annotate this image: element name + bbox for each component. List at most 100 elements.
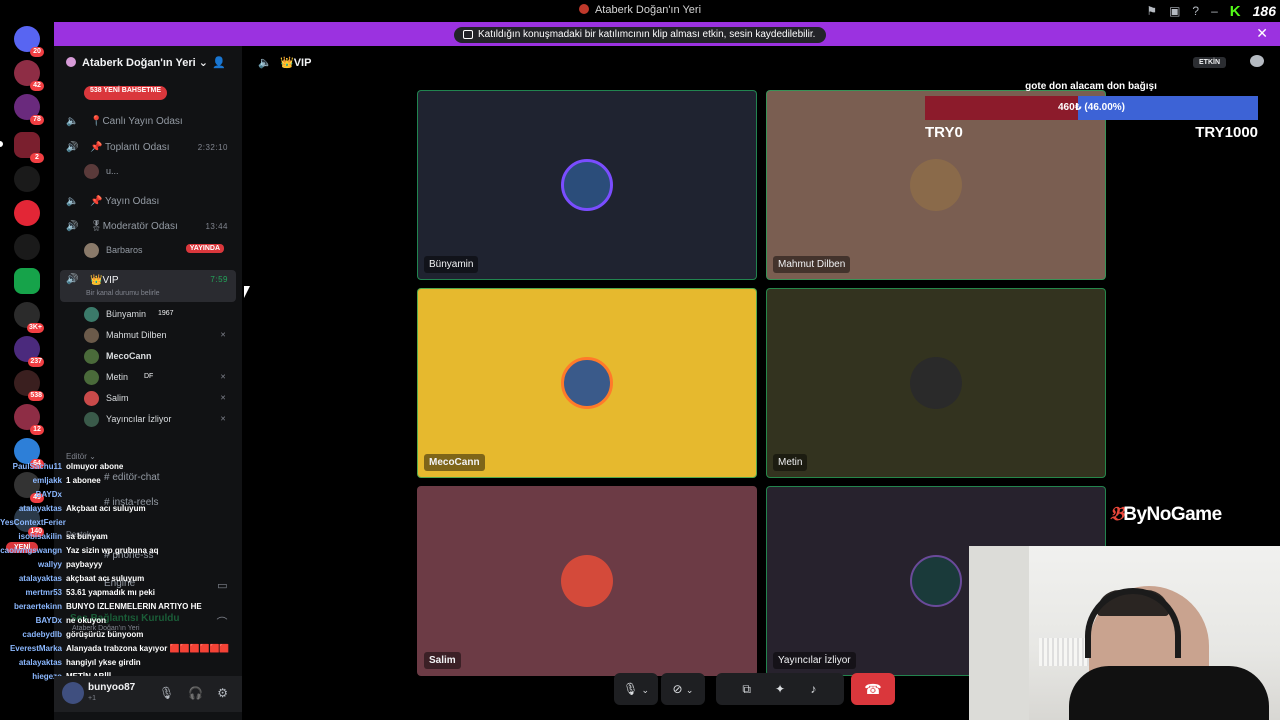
invite-people-icon[interactable]: 👤 bbox=[212, 56, 226, 69]
server-header[interactable]: Ataberk Doğan'ın Yeri ⌄ 👤 bbox=[54, 46, 242, 80]
window-title-text: Ataberk Doğan'ın Yeri bbox=[594, 4, 702, 16]
server-icon[interactable]: 3K+ bbox=[14, 302, 44, 333]
activities-icon[interactable]: ✦ bbox=[765, 673, 795, 705]
chat-message: YesContextFerier bbox=[0, 518, 260, 532]
voice-channel-toplanti[interactable]: 🔊 📌 Toplantı Odası 2:32:10 bbox=[60, 138, 236, 158]
chat-text: Alanyada trabzona kayıyor 🟥🟥🟥🟥🟥🟥 bbox=[66, 644, 230, 653]
server-icon[interactable]: 538 bbox=[14, 370, 44, 401]
chat-text: 1 abonee bbox=[66, 476, 101, 485]
active-badge[interactable]: ETKİN bbox=[1193, 57, 1226, 68]
server-icon[interactable]: 42 bbox=[14, 60, 44, 91]
screen-share-icon[interactable]: ⧉ bbox=[732, 673, 762, 705]
mention-badge: 538 bbox=[28, 391, 44, 401]
help-icon[interactable]: ? bbox=[1192, 4, 1199, 18]
server-icon[interactable] bbox=[14, 200, 40, 226]
live-badge: YAYINDA bbox=[185, 244, 224, 253]
voice-channel-vip[interactable]: 🔊 👑VIP 7:59 Bir kanal durumu belirle bbox=[60, 270, 236, 302]
voice-user[interactable]: MecoCann bbox=[84, 347, 230, 365]
participant-tile[interactable]: MecoCann bbox=[417, 288, 757, 478]
participant-name: Bünyamin bbox=[424, 256, 479, 273]
camera-toggle[interactable]: ⊘ ⌄ bbox=[661, 673, 705, 705]
webcam-background-door bbox=[969, 546, 1029, 720]
muted-icon: ✕ bbox=[220, 374, 226, 381]
user-tag: 1967 bbox=[158, 310, 174, 317]
participant-tile[interactable]: Salim bbox=[417, 486, 757, 676]
user-avatar[interactable] bbox=[62, 682, 84, 704]
chat-text: BUNYO IZLENMELERIN ARTIYO HE bbox=[66, 602, 202, 611]
chevron-down-icon: ⌄ bbox=[198, 57, 208, 69]
server-icon[interactable] bbox=[14, 234, 40, 260]
chat-message: emljakk 1 abonee bbox=[0, 476, 260, 490]
user-panel-controls: 🎙 🎧 ⚙ bbox=[159, 686, 228, 700]
avatar bbox=[84, 243, 99, 258]
voice-user[interactable]: Bünyamin 1967 bbox=[84, 305, 230, 323]
participant-name: Yayıncılar İzliyor bbox=[773, 652, 856, 669]
voice-user[interactable]: Barbaros YAYINDA bbox=[84, 241, 230, 259]
mention-badge: 2 bbox=[30, 153, 44, 163]
participant-name: MecoCann bbox=[424, 454, 485, 471]
voice-user[interactable]: Salim ✕ bbox=[84, 389, 230, 407]
speaker-icon: 🔊 bbox=[66, 142, 79, 153]
media-controls-group: ⧉ ✦ ♪ ⋯ bbox=[716, 673, 844, 720]
direct-messages-icon[interactable]: 20 bbox=[14, 26, 44, 57]
voice-user-name: u... bbox=[106, 166, 119, 176]
donation-min-label: TRY0 bbox=[925, 124, 963, 141]
donation-title: gote don alacam don bağışı bbox=[1025, 81, 1157, 92]
chat-message: EverestMarka Alanyada trabzona kayıyor 🟥🟥… bbox=[0, 644, 260, 658]
new-mentions-pill[interactable]: 538 YENİ BAHSETME bbox=[84, 86, 168, 100]
chat-username: hiegezo bbox=[32, 672, 62, 681]
participant-tile[interactable]: Bünyamin bbox=[417, 90, 757, 280]
chat-username: EverestMarka bbox=[9, 644, 62, 653]
flag-icon[interactable]: ⚑ bbox=[1146, 4, 1157, 18]
more-options-icon[interactable]: ⋯ bbox=[765, 705, 795, 720]
speaker-icon: 🔈 bbox=[66, 116, 79, 127]
stream-chat-overlay: PaulSachu11 olmuyor abone emljakk 1 abonee B… bbox=[0, 462, 260, 712]
server-icon[interactable]: 12 bbox=[14, 404, 44, 435]
voice-user[interactable]: u... bbox=[84, 162, 230, 180]
mention-badge: 237 bbox=[28, 357, 44, 367]
clip-notice: Katıldığın konuşmadaki bir katılımcının … bbox=[454, 27, 826, 43]
voice-user[interactable]: Yayıncılar İzliyor ✕ bbox=[84, 410, 230, 428]
server-icon[interactable]: 2 bbox=[14, 132, 44, 163]
user-panel-name: bunyoo87 bbox=[88, 682, 136, 693]
chat-text: Yaz sizin wp grubuna aq bbox=[66, 546, 159, 555]
channel-name: 📌 Yayın Odası bbox=[90, 196, 160, 207]
minimize-icon[interactable]: – bbox=[1211, 4, 1218, 18]
channel-timer: 7:59 bbox=[210, 275, 228, 284]
avatar bbox=[84, 391, 99, 406]
server-icon[interactable] bbox=[14, 166, 40, 192]
participant-tile[interactable]: Metin bbox=[766, 288, 1106, 478]
voice-channel-moderator[interactable]: 🔊 🎖Moderatör Odası 13:44 bbox=[60, 217, 236, 237]
inbox-icon[interactable]: ▣ bbox=[1169, 4, 1180, 18]
voice-channel-canli-yayin[interactable]: 🔈 📍Canlı Yayın Odası bbox=[60, 112, 236, 132]
chat-message: BAYDx ne okuyon bbox=[0, 616, 260, 630]
category-editor[interactable]: Editör ⌄ bbox=[66, 452, 96, 461]
chat-text: Akçbaat acı suluyum bbox=[66, 504, 146, 513]
chat-username: beraertekinn bbox=[13, 602, 62, 611]
server-icon[interactable]: 237 bbox=[14, 336, 44, 367]
microphone-toggle[interactable]: 🎙 ⌄ bbox=[614, 673, 658, 705]
streamer-shirt bbox=[1069, 666, 1269, 720]
soundboard-icon[interactable]: ♪ bbox=[798, 673, 828, 705]
settings-gear-icon[interactable]: ⚙ bbox=[217, 686, 228, 700]
voice-user[interactable]: Metin DF ✕ bbox=[84, 368, 230, 386]
close-notice-icon[interactable]: ✕ bbox=[1256, 25, 1268, 42]
mention-badge: 20 bbox=[30, 47, 44, 57]
server-icon[interactable]: 78 bbox=[14, 94, 44, 125]
server-icon[interactable]: 64 bbox=[14, 438, 44, 469]
voice-user-name: Yayıncılar İzliyor bbox=[106, 414, 172, 424]
server-icon[interactable] bbox=[14, 268, 40, 294]
channel-name: 📍Canlı Yayın Odası bbox=[90, 116, 183, 127]
chat-username: isobisakilin bbox=[18, 532, 62, 541]
voice-channel-yayin[interactable]: 🔈 📌 Yayın Odası bbox=[60, 192, 236, 212]
chat-text: hangiyıl ykse girdin bbox=[66, 658, 141, 667]
chat-username: cadebydlb bbox=[22, 630, 62, 639]
participant-avatar bbox=[561, 357, 613, 409]
end-call-button[interactable]: ☎ bbox=[851, 673, 895, 705]
chat-bubble-icon[interactable] bbox=[1250, 55, 1264, 67]
headphones-icon[interactable]: 🎧 bbox=[188, 686, 203, 700]
donation-progress-bar: 460₺ (46.00%) bbox=[925, 96, 1258, 120]
voice-user[interactable]: Mahmut Dilben ✕ bbox=[84, 326, 230, 344]
channel-status[interactable]: Bir kanal durumu belirle bbox=[86, 290, 160, 297]
microphone-icon[interactable]: 🎙 bbox=[159, 686, 174, 700]
